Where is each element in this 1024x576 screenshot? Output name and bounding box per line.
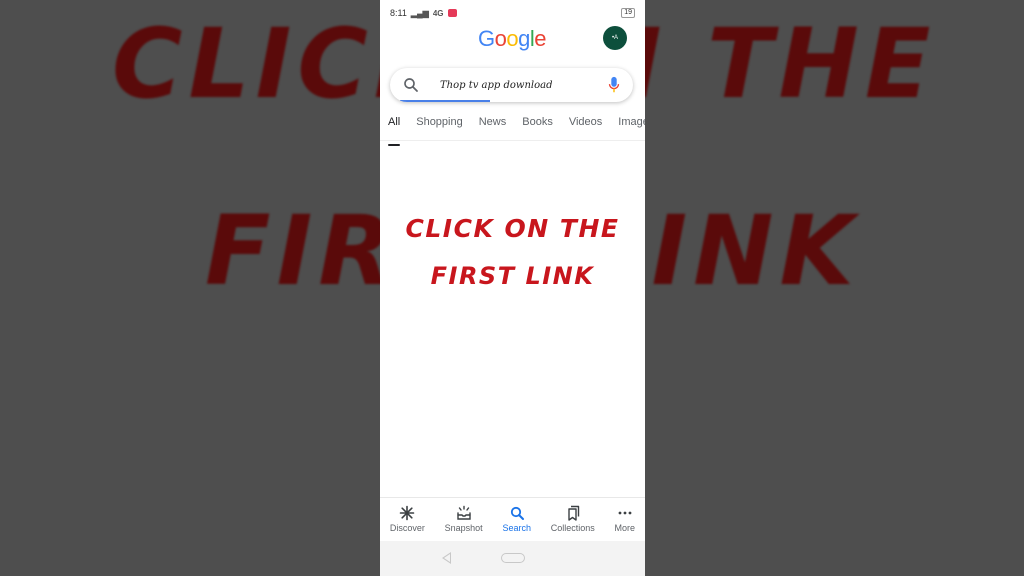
logo-letter: o: [494, 26, 507, 51]
loading-progress-bar: [400, 100, 490, 102]
avatar[interactable]: •A: [603, 26, 627, 50]
logo-letter: e: [534, 26, 547, 51]
collections-icon: [568, 505, 579, 521]
nav-more[interactable]: More: [614, 505, 636, 533]
system-navigation-bar: [380, 541, 645, 576]
tab-shopping[interactable]: Shopping: [408, 112, 471, 140]
nav-snapshot[interactable]: Snapshot: [445, 505, 483, 533]
bottom-navigation: Discover Snapshot Search Collections Mor…: [380, 497, 645, 541]
search-icon: [510, 506, 524, 520]
google-logo[interactable]: Google: [478, 26, 547, 52]
search-box[interactable]: Thop tv app download: [390, 68, 633, 102]
battery-indicator: 19: [621, 8, 635, 18]
search-input[interactable]: Thop tv app download: [440, 80, 607, 91]
tab-books[interactable]: Books: [514, 112, 561, 140]
tab-all[interactable]: All: [380, 112, 408, 146]
asterisk-icon: [400, 505, 415, 521]
network-type: 4G: [432, 8, 444, 18]
more-dots-icon: [618, 511, 632, 515]
snapshot-icon: [456, 505, 471, 520]
nav-search[interactable]: Search: [502, 505, 531, 533]
status-time: 8:11: [390, 8, 407, 18]
microphone-icon[interactable]: [607, 76, 621, 94]
nav-search-label: Search: [502, 523, 531, 533]
home-button[interactable]: [501, 553, 525, 563]
tab-images[interactable]: Images: [610, 112, 645, 140]
back-button[interactable]: [442, 552, 451, 564]
nav-collections[interactable]: Collections: [551, 505, 595, 533]
instruction-overlay-line2: FIRST LINK: [430, 262, 595, 290]
logo-letter: o: [506, 26, 519, 51]
signal-icon: ▂▄▆: [410, 8, 429, 18]
logo-letter: G: [478, 26, 495, 51]
nav-discover[interactable]: Discover: [390, 505, 425, 533]
search-icon[interactable]: [402, 76, 420, 94]
tab-news[interactable]: News: [471, 112, 515, 140]
status-bar: 8:11 ▂▄▆ 4G 19: [380, 0, 645, 26]
nav-more-label: More: [614, 523, 636, 533]
nav-collections-label: Collections: [550, 523, 595, 533]
nav-snapshot-label: Snapshot: [444, 523, 483, 533]
tab-videos[interactable]: Videos: [561, 112, 610, 140]
notification-icon: [447, 9, 457, 17]
header: Google •A: [380, 26, 645, 54]
nav-discover-label: Discover: [389, 523, 425, 533]
phone-screen: 8:11 ▂▄▆ 4G 19 Google •A Thop tv app dow…: [380, 0, 645, 576]
logo-letter: g: [518, 26, 530, 51]
search-tabs: All Shopping News Books Videos Images: [380, 112, 645, 146]
instruction-overlay-line1: CLICK ON THE: [405, 214, 620, 243]
